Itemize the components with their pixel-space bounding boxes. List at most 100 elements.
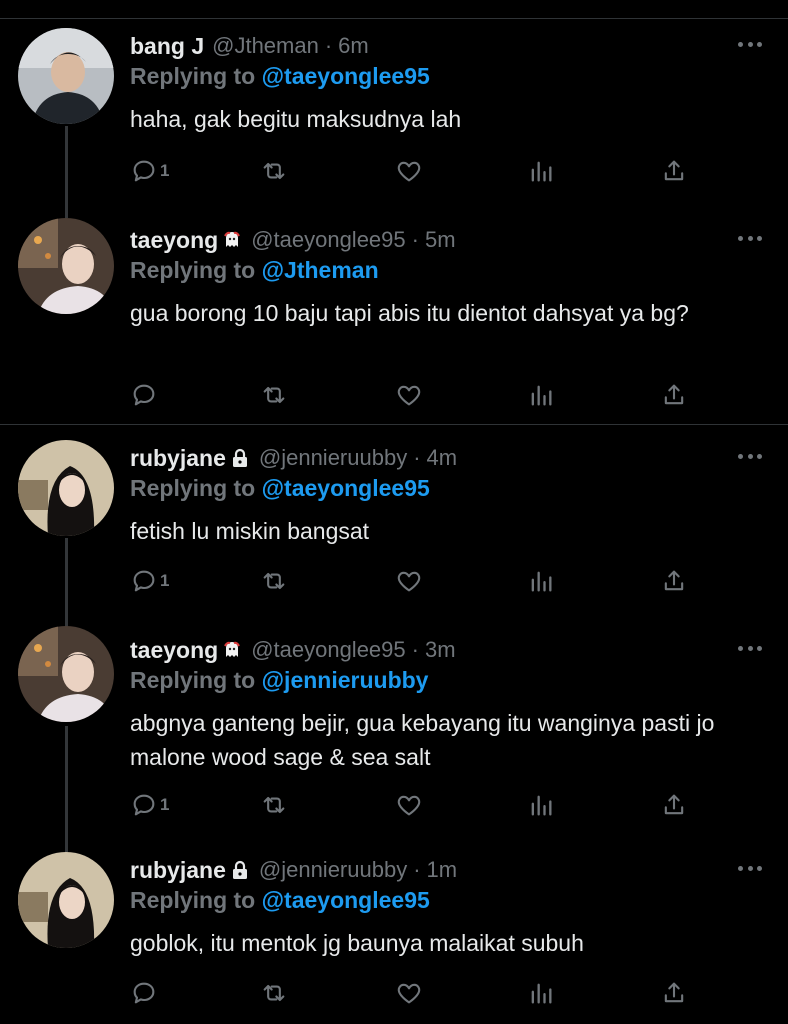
like-icon [397,795,421,816]
views-icon [531,571,552,592]
tweet[interactable]: rubyjane @jennieruubby · 1m Replying to … [0,852,788,1024]
views-button[interactable] [527,978,555,1008]
replying-to-link[interactable]: @jennieruubby [262,667,429,693]
share-icon [664,982,684,1003]
replying-to-label: Replying to [130,257,256,283]
avatar[interactable] [18,626,114,722]
views-button[interactable] [527,380,555,410]
tweet-text: abgnya ganteng bejir, gua kebayang itu w… [130,710,715,770]
reply-icon [133,384,155,406]
retweet-button[interactable] [260,566,288,596]
replying-to-link[interactable]: @Jtheman [262,257,379,283]
more-icon[interactable] [738,452,762,460]
reply-button[interactable]: 1 [130,156,169,186]
display-name[interactable]: taeyong [130,227,218,254]
reply-icon [133,982,155,1004]
tweet-header: rubyjane @jennieruubby · 1m [130,854,457,886]
share-button[interactable] [660,978,688,1008]
retweet-button[interactable] [260,156,288,186]
avatar[interactable] [18,440,114,536]
tweet-actions: 1 [130,566,690,596]
more-icon[interactable] [738,40,762,48]
replying-to: Replying to @jennieruubby [130,667,428,694]
views-button[interactable] [527,156,555,186]
more-icon[interactable] [738,234,762,242]
separator-dot: · [413,445,421,470]
tweet[interactable]: taeyong @taeyonglee95 · 5m Replying to @… [0,218,788,419]
replying-to: Replying to @taeyonglee95 [130,63,430,90]
reply-button[interactable]: 1 [130,790,169,820]
replying-to-label: Replying to [130,667,256,693]
views-icon [531,161,552,182]
timestamp[interactable]: 4m [427,445,458,471]
share-button[interactable] [660,156,688,186]
tweet[interactable]: rubyjane @jennieruubby · 4m Replying to … [0,440,788,622]
views-button[interactable] [527,790,555,820]
reply-count: 1 [160,161,170,180]
reply-button[interactable] [130,380,160,410]
user-handle[interactable]: @Jtheman [212,33,319,59]
retweet-button[interactable] [260,978,288,1008]
separator-dot: · [411,637,419,662]
share-button[interactable] [660,566,688,596]
tweet[interactable]: bang J @Jtheman · 6m Replying to @taeyon… [0,28,788,210]
like-button[interactable] [395,156,423,186]
retweet-button[interactable] [260,790,288,820]
timestamp[interactable]: 3m [425,637,456,663]
avatar[interactable] [18,28,114,124]
tweet[interactable]: taeyong @taeyonglee95 · 3m Replying to @… [0,626,788,834]
timestamp[interactable]: 5m [425,227,456,253]
like-icon [397,983,421,1004]
like-button[interactable] [395,978,423,1008]
display-name[interactable]: rubyjane [130,445,226,472]
like-button[interactable] [395,380,423,410]
avatar[interactable] [18,218,114,314]
user-handle[interactable]: @taeyonglee95 [251,227,405,253]
share-icon [664,570,684,591]
reply-button[interactable]: 1 [130,566,169,596]
views-icon [531,385,552,406]
tweet-text: fetish lu miskin bangsat [130,518,370,544]
lock-icon [229,859,251,881]
thread-divider [0,424,788,425]
reply-icon [133,160,155,182]
timestamp[interactable]: 6m [338,33,369,59]
more-icon[interactable] [738,644,762,652]
replying-to-label: Replying to [130,475,256,501]
like-button[interactable] [395,566,423,596]
separator-dot: · [324,33,333,58]
views-icon [531,795,552,816]
like-icon [397,385,421,406]
timestamp[interactable]: 1m [427,857,458,883]
views-button[interactable] [527,566,555,596]
replying-to-link[interactable]: @taeyonglee95 [262,887,430,913]
retweet-icon [263,796,285,814]
separator-dot: · [411,227,419,252]
reply-icon [133,570,155,592]
share-button[interactable] [660,380,688,410]
display-name[interactable]: rubyjane [130,857,226,884]
tweet-header: rubyjane @jennieruubby · 4m [130,442,457,474]
more-icon[interactable] [738,864,762,872]
avatar[interactable] [18,852,114,948]
share-button[interactable] [660,790,688,820]
tweet-text: goblok, itu mentok jg baunya malaikat su… [130,930,584,956]
reply-count: 1 [160,571,170,590]
tweet-text: haha, gak begitu maksudnya lah [130,106,462,132]
ghost-emoji-icon [221,229,243,251]
retweet-icon [263,984,285,1002]
user-handle[interactable]: @taeyonglee95 [251,637,405,663]
tweet-header: taeyong @taeyonglee95 · 5m [130,224,456,256]
display-name[interactable]: taeyong [130,637,218,664]
like-icon [397,571,421,592]
reply-button[interactable] [130,978,160,1008]
replying-to: Replying to @taeyonglee95 [130,887,430,914]
like-button[interactable] [395,790,423,820]
display-name[interactable]: bang J [130,33,204,60]
user-handle[interactable]: @jennieruubby [259,857,407,883]
replying-to-label: Replying to [130,63,256,89]
replying-to-link[interactable]: @taeyonglee95 [262,475,430,501]
replying-to-link[interactable]: @taeyonglee95 [262,63,430,89]
retweet-button[interactable] [260,380,288,410]
user-handle[interactable]: @jennieruubby [259,445,407,471]
